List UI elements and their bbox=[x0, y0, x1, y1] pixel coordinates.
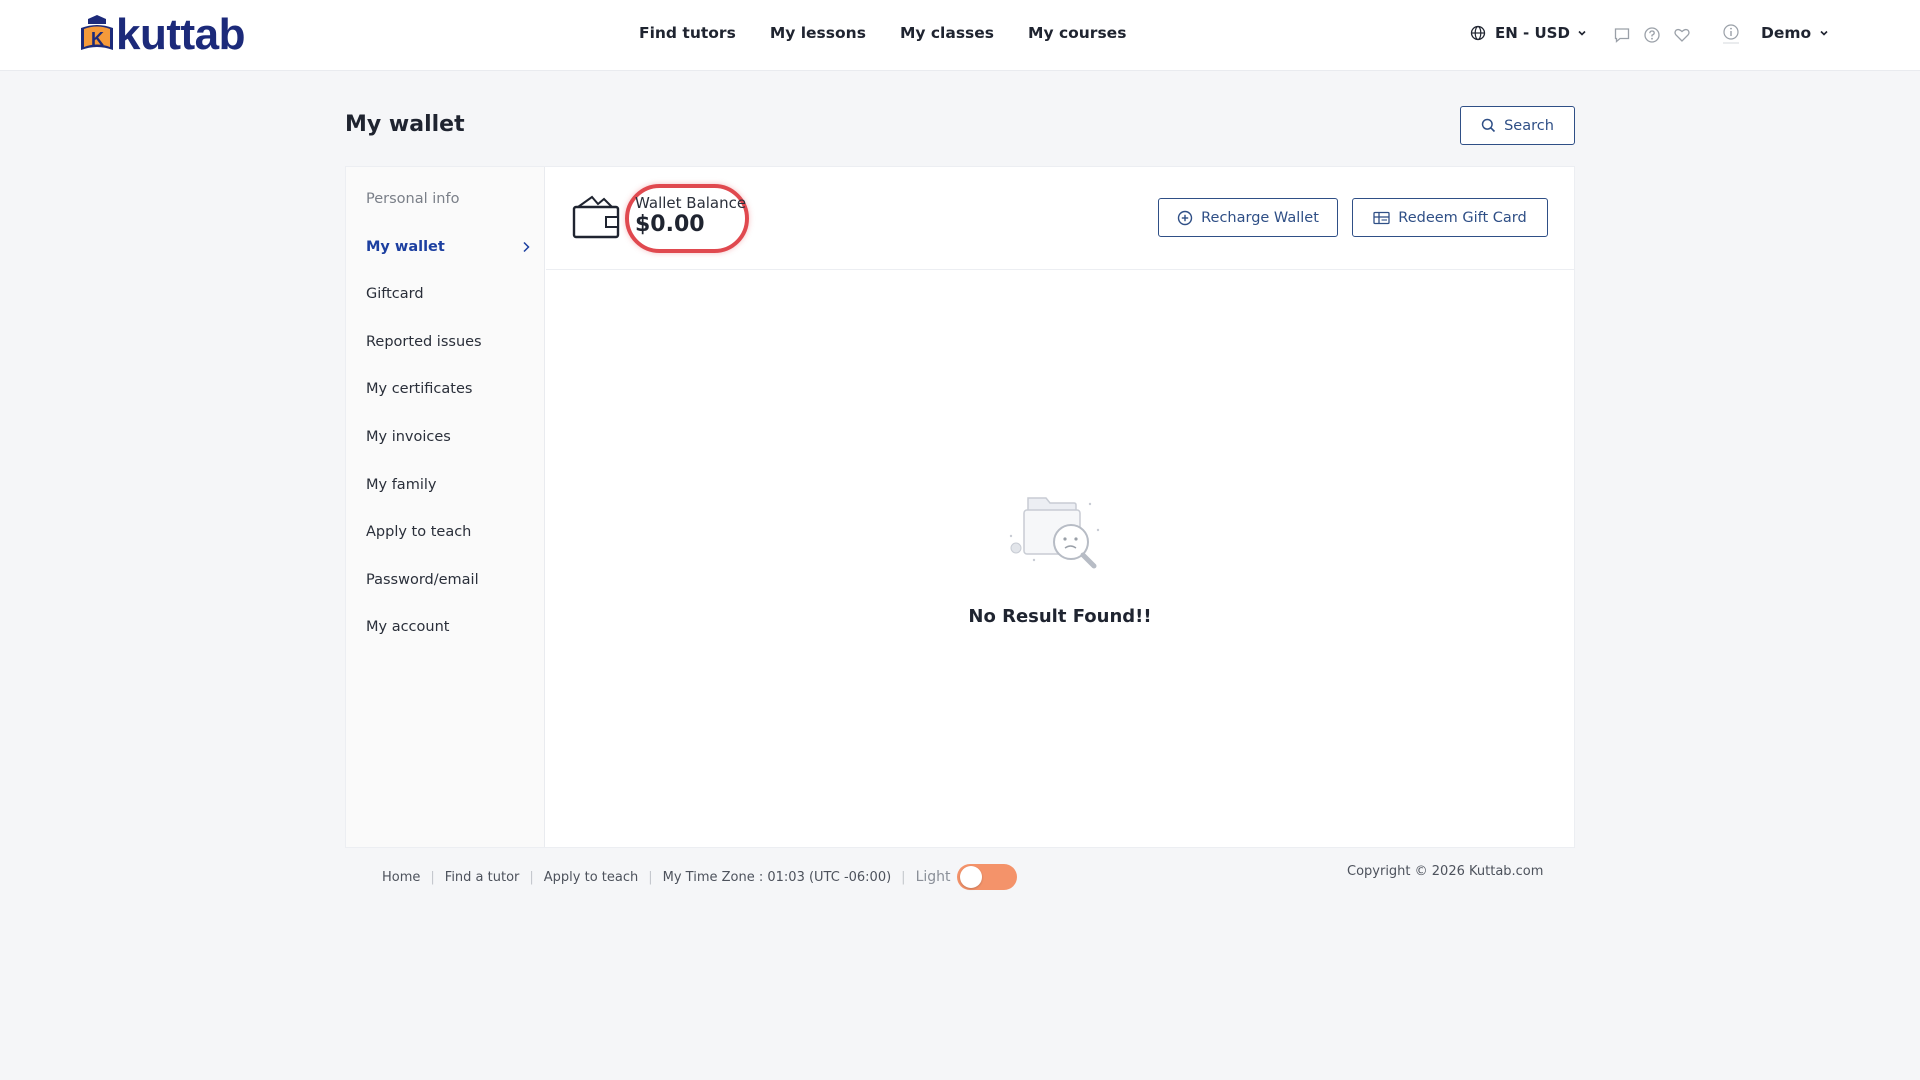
search-button[interactable]: Search bbox=[1460, 106, 1575, 145]
sidebar-item-my-certificates[interactable]: My certificates bbox=[366, 381, 531, 397]
empty-state-message: No Result Found!! bbox=[968, 606, 1152, 627]
nav-my-lessons[interactable]: My lessons bbox=[770, 24, 866, 42]
recharge-wallet-label: Recharge Wallet bbox=[1201, 209, 1319, 226]
nav-find-tutors[interactable]: Find tutors bbox=[639, 24, 736, 42]
footer-link-apply-to-teach[interactable]: Apply to teach bbox=[544, 870, 638, 885]
sidebar-item-personal-info[interactable]: Personal info bbox=[366, 191, 531, 207]
gift-card-icon bbox=[1373, 211, 1390, 224]
sidebar-item-reported-issues[interactable]: Reported issues bbox=[366, 334, 531, 350]
redeem-gift-card-button[interactable]: Redeem Gift Card bbox=[1352, 198, 1548, 237]
info-icon[interactable] bbox=[1722, 24, 1740, 44]
search-button-label: Search bbox=[1504, 117, 1554, 134]
theme-toggle-knob bbox=[959, 866, 982, 888]
logo-letter: K bbox=[91, 29, 104, 49]
chevron-right-icon bbox=[523, 241, 530, 253]
no-results-illustration-icon bbox=[1009, 497, 1100, 569]
theme-toggle[interactable] bbox=[956, 864, 1017, 890]
page-title: My wallet bbox=[345, 112, 465, 137]
sidebar-item-label: My invoices bbox=[366, 429, 451, 445]
user-name: Demo bbox=[1761, 24, 1812, 42]
recharge-wallet-button[interactable]: Recharge Wallet bbox=[1158, 198, 1338, 237]
chevron-down-icon bbox=[1578, 30, 1586, 36]
footer-link-home[interactable]: Home bbox=[382, 870, 420, 885]
chat-icon[interactable] bbox=[1613, 26, 1631, 44]
language-currency-label: EN - USD bbox=[1495, 24, 1570, 42]
sidebar-item-my-wallet[interactable]: My wallet bbox=[366, 239, 531, 255]
footer-timezone: My Time Zone : 01:03 (UTC -06:00) bbox=[662, 869, 892, 885]
sidebar-item-apply-to-teach[interactable]: Apply to teach bbox=[366, 524, 531, 540]
chevron-down-icon bbox=[1820, 30, 1828, 36]
kuttab-logo[interactable]: K kuttab bbox=[78, 10, 246, 59]
plus-circle-icon bbox=[1177, 210, 1193, 225]
footer-separator: | bbox=[648, 869, 653, 885]
sidebar-item-label: My certificates bbox=[366, 381, 473, 397]
main-nav: Find tutors My lessons My classes My cou… bbox=[639, 24, 1160, 42]
sidebar-item-label: Personal info bbox=[366, 191, 460, 207]
sidebar-item-label: My wallet bbox=[366, 239, 445, 255]
sidebar-item-my-account[interactable]: My account bbox=[366, 619, 531, 635]
sidebar-item-my-invoices[interactable]: My invoices bbox=[366, 429, 531, 445]
sidebar-item-label: Apply to teach bbox=[366, 524, 472, 540]
footer-separator: | bbox=[901, 869, 906, 885]
sidebar-item-label: Reported issues bbox=[366, 334, 482, 350]
sidebar-item-label: My family bbox=[366, 477, 437, 493]
search-icon bbox=[1481, 118, 1496, 133]
top-header: K kuttab Find tutors My lessons My class… bbox=[0, 0, 1920, 71]
language-currency-selector[interactable]: EN - USD bbox=[1470, 24, 1596, 42]
wallet-balance-value: $0.00 bbox=[635, 212, 705, 237]
logo-book-icon: K bbox=[78, 14, 116, 56]
footer-links: Home | Find a tutor | Apply to teach | M… bbox=[382, 864, 1017, 890]
sidebar-item-giftcard[interactable]: Giftcard bbox=[366, 286, 531, 302]
header-icons bbox=[1613, 26, 1691, 44]
logo-text: kuttab bbox=[116, 10, 246, 59]
help-icon[interactable] bbox=[1643, 26, 1661, 44]
sidebar-item-label: Giftcard bbox=[366, 286, 424, 302]
sidebar-item-password-email[interactable]: Password/email bbox=[366, 572, 531, 588]
user-menu[interactable]: Demo bbox=[1761, 24, 1829, 42]
footer-separator: | bbox=[529, 869, 534, 885]
nav-my-courses[interactable]: My courses bbox=[1028, 24, 1126, 42]
wallet-icon bbox=[572, 195, 620, 239]
copyright-text: Copyright © 2026 Kuttab.com bbox=[1347, 864, 1544, 879]
sidebar-item-my-family[interactable]: My family bbox=[366, 477, 531, 493]
wallet-card: Personal info My wallet Giftcard Reporte… bbox=[345, 166, 1575, 848]
redeem-gift-card-label: Redeem Gift Card bbox=[1398, 209, 1527, 226]
sidebar-item-label: My account bbox=[366, 619, 450, 635]
footer-separator: | bbox=[430, 869, 435, 885]
wallet-balance-header: Wallet Balance $0.00 Recharge Wallet Red… bbox=[546, 167, 1574, 270]
account-sidebar: Personal info My wallet Giftcard Reporte… bbox=[346, 167, 545, 847]
footer-link-find-a-tutor[interactable]: Find a tutor bbox=[445, 870, 520, 885]
wallet-balance-label: Wallet Balance bbox=[635, 194, 747, 212]
heart-icon[interactable] bbox=[1673, 26, 1691, 44]
theme-label: Light bbox=[915, 869, 951, 885]
nav-my-classes[interactable]: My classes bbox=[900, 24, 994, 42]
sidebar-item-label: Password/email bbox=[366, 572, 479, 588]
globe-icon bbox=[1470, 25, 1486, 41]
